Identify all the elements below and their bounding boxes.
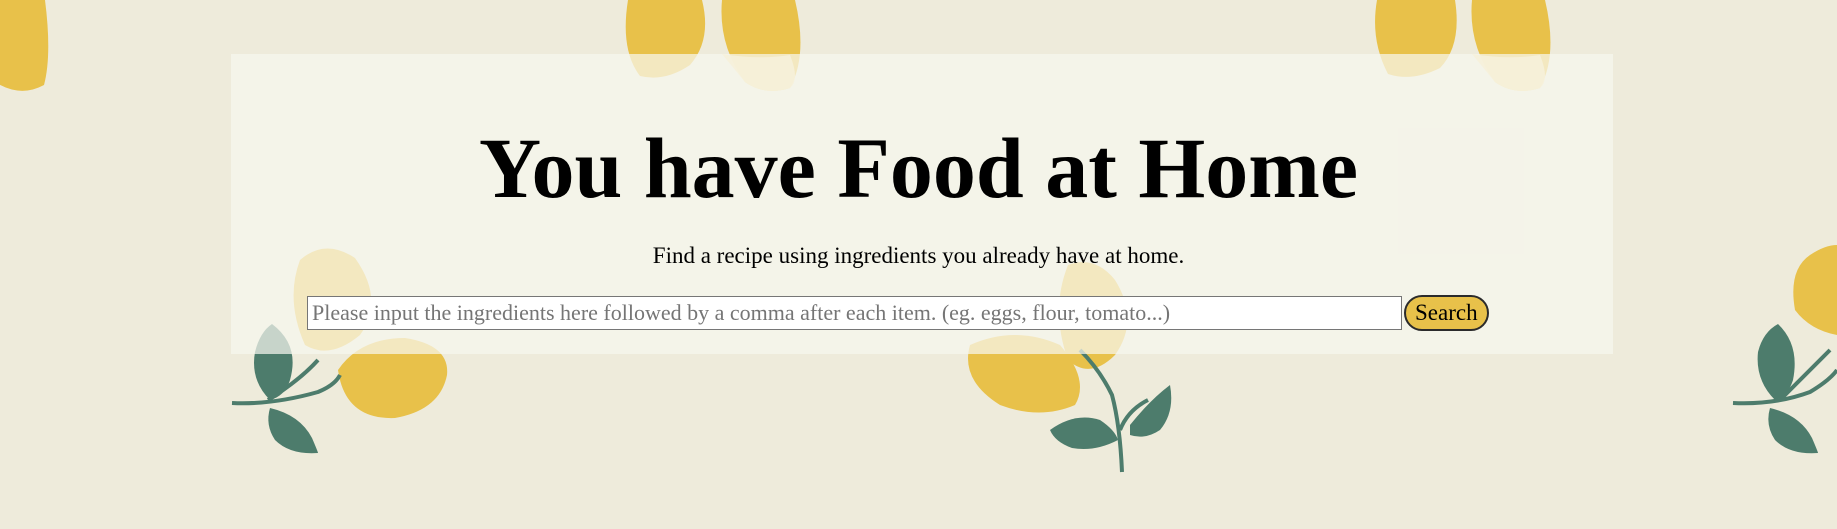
lemon-shape <box>0 0 49 91</box>
page-title: You have Food at Home <box>478 120 1359 216</box>
leaf-shape <box>268 408 318 454</box>
ingredients-search-input[interactable] <box>307 296 1402 330</box>
leaf-shape <box>1050 417 1118 449</box>
page-subtitle: Find a recipe using ingredients you alre… <box>652 243 1185 268</box>
ingredient-search-form: Search <box>307 295 1489 331</box>
search-button[interactable]: Search <box>1404 295 1489 331</box>
leaf-shape <box>1130 385 1172 437</box>
leaf-shape <box>1768 408 1818 454</box>
leaf-shape <box>1757 324 1795 400</box>
